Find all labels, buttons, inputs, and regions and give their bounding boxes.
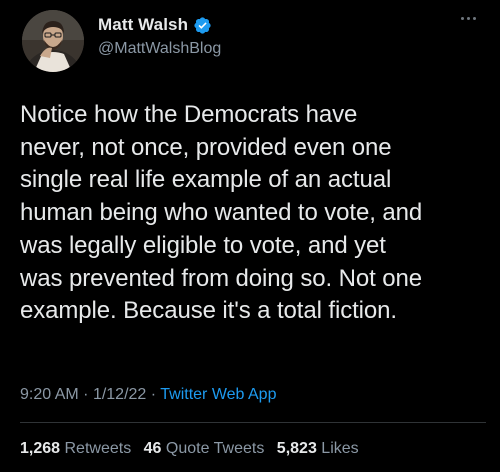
tweet-meta: 9:20 AM · 1/12/22 · Twitter Web App (20, 386, 276, 404)
more-options-icon[interactable] (456, 10, 480, 26)
tweet-header: Matt Walsh @MattWalshBlog (22, 10, 482, 74)
handle[interactable]: @MattWalshBlog (98, 40, 221, 58)
meta-separator: · (83, 386, 89, 403)
tweet-stats: 1,268 Retweets 46 Quote Tweets 5,823 Lik… (20, 440, 367, 458)
avatar[interactable] (22, 10, 84, 72)
retweets-label: Retweets (64, 440, 132, 457)
tweet: Matt Walsh @MattWalshBlog Notice how the… (0, 0, 500, 472)
retweets-count: 1,268 (20, 440, 61, 457)
tweet-text: Notice how the Democrats have never, not… (20, 101, 423, 325)
likes-count: 5,823 (276, 440, 317, 457)
likes-stat[interactable]: 5,823 Likes (277, 440, 359, 457)
meta-separator: · (150, 386, 157, 403)
more-dot (472, 16, 476, 20)
quote-tweets-stat[interactable]: 46 Quote Tweets (144, 440, 269, 457)
tweet-source[interactable]: Twitter Web App (160, 386, 276, 403)
more-dot (466, 16, 470, 20)
display-name-row: Matt Walsh (98, 14, 221, 36)
quote-tweets-count: 46 (143, 440, 162, 457)
likes-label: Likes (321, 440, 359, 457)
tweet-time[interactable]: 9:20 AM (20, 386, 79, 403)
quote-tweets-label: Quote Tweets (165, 440, 265, 457)
verified-badge-icon (193, 16, 212, 35)
author-names: Matt Walsh @MattWalshBlog (98, 14, 221, 58)
retweets-stat[interactable]: 1,268 Retweets (20, 440, 136, 457)
display-name[interactable]: Matt Walsh (98, 15, 188, 35)
tweet-date[interactable]: 1/12/22 (93, 386, 146, 403)
more-dot (460, 16, 464, 20)
avatar-image (22, 10, 84, 72)
divider (20, 422, 486, 423)
